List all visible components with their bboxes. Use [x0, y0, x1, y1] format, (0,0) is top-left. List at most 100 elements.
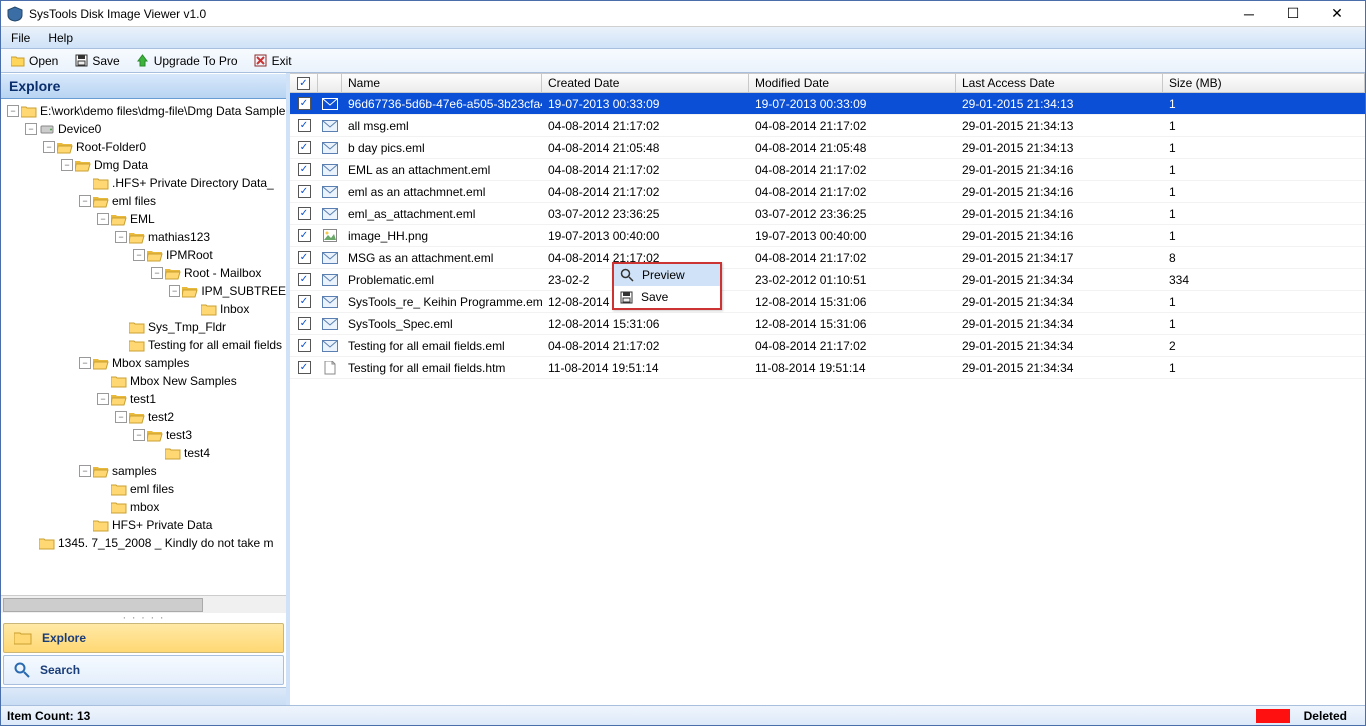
menu-bar: File Help — [1, 27, 1365, 49]
file-type-icon — [318, 273, 342, 287]
tree-toggle-icon[interactable]: − — [97, 213, 109, 225]
tree-node[interactable]: eml files — [3, 480, 286, 498]
row-checkbox[interactable]: ✓ — [290, 207, 318, 220]
open-button[interactable]: Open — [5, 53, 64, 69]
table-row[interactable]: ✓96d67736-5d6b-47e6-a505-3b23cfa40...19-… — [290, 93, 1365, 115]
table-row[interactable]: ✓eml as an attachmnet.eml04-08-2014 21:1… — [290, 181, 1365, 203]
exit-button[interactable]: Exit — [248, 53, 298, 69]
grid-body[interactable]: ✓96d67736-5d6b-47e6-a505-3b23cfa40...19-… — [290, 93, 1365, 705]
tree-toggle-icon[interactable]: − — [169, 285, 180, 297]
row-checkbox[interactable]: ✓ — [290, 119, 318, 132]
row-checkbox[interactable]: ✓ — [290, 251, 318, 264]
header-modified[interactable]: Modified Date — [749, 74, 956, 92]
table-row[interactable]: ✓MSG as an attachment.eml04-08-2014 21:1… — [290, 247, 1365, 269]
table-row[interactable]: ✓SysTools_re_ Keihin Programme.eml12-08-… — [290, 291, 1365, 313]
tree-node[interactable]: Testing for all email fields — [3, 336, 286, 354]
menu-file[interactable]: File — [11, 31, 30, 45]
toolbar: Open Save Upgrade To Pro Exit — [1, 49, 1365, 73]
tree-node[interactable]: −mathias123 — [3, 228, 286, 246]
row-checkbox[interactable]: ✓ — [290, 361, 318, 374]
tree-node[interactable]: Sys_Tmp_Fldr — [3, 318, 286, 336]
table-row[interactable]: ✓Problematic.eml23-02-223-02-2012 01:10:… — [290, 269, 1365, 291]
table-row[interactable]: ✓all msg.eml04-08-2014 21:17:0204-08-201… — [290, 115, 1365, 137]
folder-icon — [93, 176, 109, 190]
maximize-button[interactable]: ☐ — [1271, 2, 1315, 26]
tree-node[interactable]: −Dmg Data — [3, 156, 286, 174]
save-button[interactable]: Save — [68, 53, 125, 69]
nav-explore[interactable]: Explore — [3, 623, 284, 653]
row-checkbox[interactable]: ✓ — [290, 273, 318, 286]
table-row[interactable]: ✓b day pics.eml04-08-2014 21:05:4804-08-… — [290, 137, 1365, 159]
tree-toggle-icon[interactable]: − — [79, 195, 91, 207]
table-row[interactable]: ✓Testing for all email fields.eml04-08-2… — [290, 335, 1365, 357]
context-save[interactable]: Save — [614, 286, 720, 308]
tree-node[interactable]: −E:\work\demo files\dmg-file\Dmg Data Sa… — [3, 102, 286, 120]
tree-toggle-icon[interactable]: − — [79, 357, 91, 369]
table-row[interactable]: ✓EML as an attachment.eml04-08-2014 21:1… — [290, 159, 1365, 181]
menu-help[interactable]: Help — [48, 31, 73, 45]
nav-search[interactable]: Search — [3, 655, 284, 685]
tree-toggle-icon[interactable]: − — [97, 393, 109, 405]
tree-node[interactable]: −Mbox samples — [3, 354, 286, 372]
tree-toggle-icon[interactable]: − — [25, 123, 37, 135]
tree-node[interactable]: .HFS+ Private Directory Data_ — [3, 174, 286, 192]
tree-node[interactable]: −Root - Mailbox — [3, 264, 286, 282]
row-checkbox[interactable]: ✓ — [290, 163, 318, 176]
cell-access: 29-01-2015 21:34:34 — [956, 295, 1163, 309]
header-size[interactable]: Size (MB) — [1163, 74, 1365, 92]
folder-icon — [39, 122, 55, 136]
tree-toggle-icon[interactable]: − — [151, 267, 163, 279]
tree-node[interactable]: HFS+ Private Data — [3, 516, 286, 534]
tree-toggle-icon[interactable]: − — [43, 141, 55, 153]
tree-node[interactable]: −IPM_SUBTREE — [3, 282, 286, 300]
tree-node[interactable]: −test1 — [3, 390, 286, 408]
splitter-dots[interactable]: · · · · · — [1, 613, 286, 623]
header-name[interactable]: Name — [342, 74, 542, 92]
row-checkbox[interactable]: ✓ — [290, 317, 318, 330]
minimize-button[interactable]: ─ — [1227, 2, 1271, 26]
tree-node[interactable]: −Root-Folder0 — [3, 138, 286, 156]
table-row[interactable]: ✓Testing for all email fields.htm11-08-2… — [290, 357, 1365, 379]
row-checkbox[interactable]: ✓ — [290, 97, 318, 110]
tree-node[interactable]: −samples — [3, 462, 286, 480]
header-checkbox[interactable]: ✓ — [290, 74, 318, 92]
row-checkbox[interactable]: ✓ — [290, 229, 318, 242]
folder-icon — [93, 518, 109, 532]
tree-node[interactable]: Mbox New Samples — [3, 372, 286, 390]
row-checkbox[interactable]: ✓ — [290, 141, 318, 154]
tree-toggle-icon[interactable]: − — [79, 465, 91, 477]
tree-node[interactable]: 1345. 7_15_2008 _ Kindly do not take m — [3, 534, 286, 552]
cell-created: 11-08-2014 19:51:14 — [542, 361, 749, 375]
tree-label: Device0 — [58, 122, 101, 136]
context-preview[interactable]: Preview — [614, 264, 720, 286]
tree-node[interactable]: test4 — [3, 444, 286, 462]
tree-node[interactable]: − Device0 — [3, 120, 286, 138]
tree-toggle-icon[interactable]: − — [115, 231, 127, 243]
tree-toggle-icon[interactable]: − — [115, 411, 127, 423]
tree-toggle-icon[interactable]: − — [7, 105, 19, 117]
table-row[interactable]: ✓image_HH.png19-07-2013 00:40:0019-07-20… — [290, 225, 1365, 247]
cell-size: 1 — [1163, 185, 1365, 199]
close-button[interactable]: ✕ — [1315, 2, 1359, 26]
tree-node[interactable]: −IPMRoot — [3, 246, 286, 264]
tree-node[interactable]: Inbox — [3, 300, 286, 318]
row-checkbox[interactable]: ✓ — [290, 339, 318, 352]
tree-node[interactable]: mbox — [3, 498, 286, 516]
folder-tree[interactable]: −E:\work\demo files\dmg-file\Dmg Data Sa… — [1, 99, 286, 595]
table-row[interactable]: ✓SysTools_Spec.eml12-08-2014 15:31:0612-… — [290, 313, 1365, 335]
folder-icon — [39, 536, 55, 550]
row-checkbox[interactable]: ✓ — [290, 185, 318, 198]
header-created[interactable]: Created Date — [542, 74, 749, 92]
row-checkbox[interactable]: ✓ — [290, 295, 318, 308]
tree-toggle-icon[interactable]: − — [133, 249, 145, 261]
header-access[interactable]: Last Access Date — [956, 74, 1163, 92]
tree-node[interactable]: −EML — [3, 210, 286, 228]
tree-toggle-icon[interactable]: − — [133, 429, 145, 441]
tree-node[interactable]: −test2 — [3, 408, 286, 426]
table-row[interactable]: ✓eml_as_attachment.eml03-07-2012 23:36:2… — [290, 203, 1365, 225]
upgrade-button[interactable]: Upgrade To Pro — [130, 53, 244, 69]
cell-created: 04-08-2014 21:17:02 — [542, 163, 749, 177]
tree-node[interactable]: −test3 — [3, 426, 286, 444]
tree-node[interactable]: −eml files — [3, 192, 286, 210]
tree-toggle-icon[interactable]: − — [61, 159, 73, 171]
